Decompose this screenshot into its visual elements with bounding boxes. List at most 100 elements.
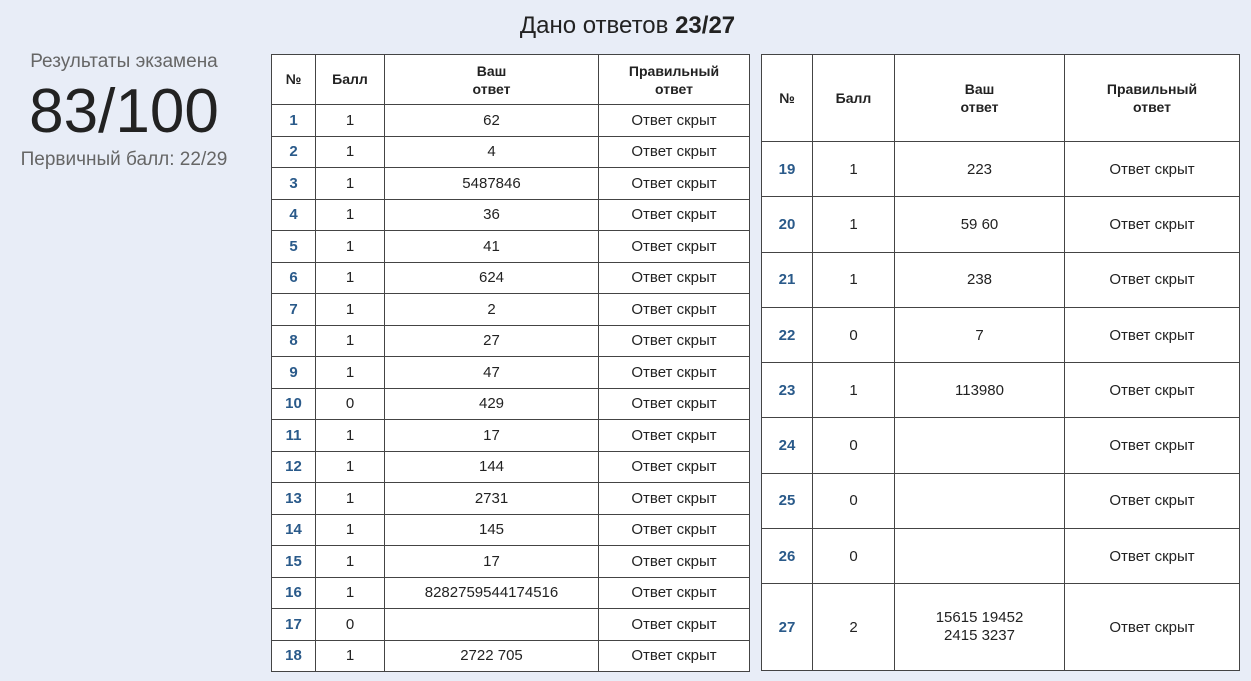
table-row: 20 1 59 60 Ответ скрыт [761,196,1240,253]
table-row: 25 0 Ответ скрыт [761,472,1240,530]
task-number: 2 [271,135,316,168]
table-row: 8 1 27 Ответ скрыт [271,324,750,357]
task-number: 1 [271,104,316,137]
task-number: 3 [271,167,316,200]
task-number: 7 [271,293,316,326]
task-points: 0 [812,306,895,364]
task-points: 1 [812,362,895,419]
answers-given-count: 23/27 [675,12,736,39]
correct-answer: Ответ скрыт [1064,417,1240,474]
column-your-answer-header: Ваш ответ [384,54,599,105]
task-points: 2 [812,583,895,672]
table-row: 21 1 238 Ответ скрыт [761,251,1240,308]
task-points: 1 [315,293,385,326]
table-row: 23 1 113980 Ответ скрыт [761,362,1240,419]
correct-answer: Ответ скрыт [598,104,750,137]
correct-answer: Ответ скрыт [598,324,750,357]
task-number: 12 [271,450,316,483]
your-answer: 223 [894,140,1065,198]
correct-answer: Ответ скрыт [598,576,750,609]
table-row: 17 0 Ответ скрыт [271,608,750,641]
table-row: 13 1 2731 Ответ скрыт [271,482,750,515]
task-number: 10 [271,387,316,420]
your-answer: 36 [384,198,599,231]
task-points: 1 [315,167,385,200]
table-row: 7 1 2 Ответ скрыт [271,293,750,326]
task-points: 1 [315,261,385,294]
task-points: 1 [315,104,385,137]
your-answer [894,417,1065,474]
your-answer: 145 [384,513,599,546]
task-points: 1 [315,545,385,578]
results-table-right: № Балл Ваш ответ Правильный ответ 19 1 223… [761,54,1240,672]
task-points: 1 [812,140,895,198]
your-answer: 27 [384,324,599,357]
your-answer-line: 15615 19452 [935,609,1024,627]
your-answer: 4 [384,135,599,168]
correct-answer: Ответ скрыт [598,482,750,515]
correct-answer: Ответ скрыт [598,167,750,200]
column-number-header: № [271,54,316,105]
column-your-answer-header: Ваш ответ [894,54,1065,142]
task-number: 23 [761,362,813,419]
correct-answer: Ответ скрыт [598,387,750,420]
your-answer: 113980 [894,362,1065,419]
task-number: 26 [761,528,813,585]
task-number: 5 [271,230,316,263]
table-row: 19 1 223 Ответ скрыт [761,140,1240,198]
table-row: 18 1 2722 705 Ответ скрыт [271,639,750,672]
your-answer [894,528,1065,585]
your-answer: 17 [384,545,599,578]
task-points: 1 [315,482,385,515]
task-number: 22 [761,306,813,364]
your-answer-line: 2415 3237 [944,627,1015,645]
column-correct-answer-header: Правильный ответ [1064,54,1240,142]
task-points: 1 [315,450,385,483]
task-number: 18 [271,639,316,672]
correct-answer: Ответ скрыт [598,261,750,294]
task-number: 17 [271,608,316,641]
correct-answer: Ответ скрыт [598,135,750,168]
your-answer: 17 [384,419,599,452]
table-row: 1 1 62 Ответ скрыт [271,104,750,137]
your-answer: 8282759544174516 [384,576,599,609]
task-points: 0 [812,417,895,474]
task-number: 4 [271,198,316,231]
table-row: 12 1 144 Ответ скрыт [271,450,750,483]
table-row: 2 1 4 Ответ скрыт [271,135,750,168]
task-number: 8 [271,324,316,357]
correct-answer: Ответ скрыт [598,293,750,326]
correct-answer: Ответ скрыт [598,450,750,483]
correct-answer: Ответ скрыт [598,198,750,231]
exam-summary: Результаты экзамена 83/100 Первичный бал… [0,48,248,172]
task-number: 24 [761,417,813,474]
table-row: 15 1 17 Ответ скрыт [271,545,750,578]
task-number: 20 [761,196,813,253]
correct-answer: Ответ скрыт [598,608,750,641]
column-number-header: № [761,54,813,142]
task-number: 14 [271,513,316,546]
correct-answer: Ответ скрыт [1064,140,1240,198]
your-answer: 2731 [384,482,599,515]
correct-answer: Ответ скрыт [598,230,750,263]
correct-answer: Ответ скрыт [1064,196,1240,253]
task-number: 11 [271,419,316,452]
your-answer [894,472,1065,530]
table-row: 22 0 7 Ответ скрыт [761,306,1240,364]
your-answer: 5487846 [384,167,599,200]
correct-answer: Ответ скрыт [598,513,750,546]
task-number: 15 [271,545,316,578]
primary-score: Первичный балл: 22/29 [20,149,228,170]
your-answer: 2722 705 [384,639,599,672]
your-answer: 41 [384,230,599,263]
task-points: 1 [315,135,385,168]
table-row: 5 1 41 Ответ скрыт [271,230,750,263]
table-row: 26 0 Ответ скрыт [761,528,1240,585]
your-answer [384,608,599,641]
answers-given-label: Дано ответов [519,12,669,39]
task-points: 0 [315,387,385,420]
task-points: 0 [812,528,895,585]
task-number: 16 [271,576,316,609]
correct-answer: Ответ скрыт [1064,528,1240,585]
table-row: 10 0 429 Ответ скрыт [271,387,750,420]
